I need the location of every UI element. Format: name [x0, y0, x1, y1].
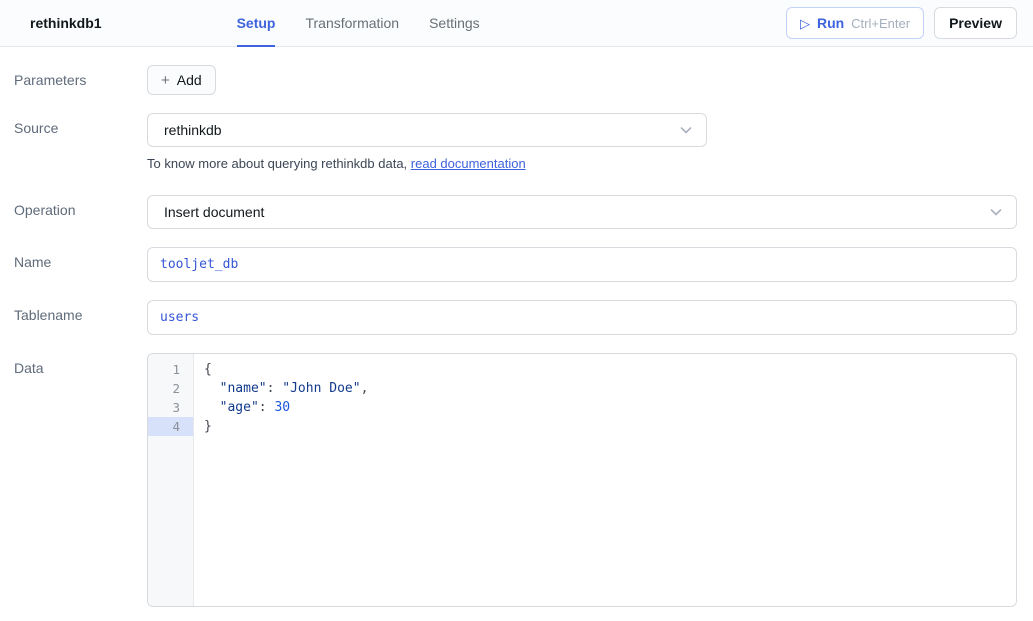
- line-number: 2: [148, 379, 193, 398]
- source-select[interactable]: rethinkdb: [147, 113, 707, 147]
- tablename-row: Tablename: [0, 300, 1017, 335]
- add-parameter-label: Add: [177, 72, 202, 88]
- tab-transformation[interactable]: Transformation: [305, 0, 399, 47]
- run-label: Run: [817, 15, 844, 31]
- code-token-punct: ,: [361, 381, 369, 396]
- parameters-row: Parameters + Add: [0, 65, 1017, 95]
- preview-button[interactable]: Preview: [934, 7, 1017, 39]
- code-line[interactable]: }: [204, 417, 1006, 436]
- code-token-punct: :: [267, 381, 283, 396]
- code-token-key: "age": [204, 400, 259, 415]
- data-code-editor[interactable]: 1234 { "name": "John Doe", "age": 30}: [147, 353, 1017, 607]
- source-select-value: rethinkdb: [164, 122, 678, 138]
- helper-prefix: To know more about querying rethinkdb da…: [147, 156, 411, 171]
- operation-select-value: Insert document: [164, 204, 988, 220]
- chevron-down-icon: [678, 122, 694, 138]
- tablename-label: Tablename: [0, 300, 147, 335]
- code-token-brace: }: [204, 419, 212, 434]
- code-token-number: 30: [274, 400, 290, 415]
- parameters-label: Parameters: [0, 65, 147, 95]
- run-shortcut: Ctrl+Enter: [851, 16, 910, 31]
- source-label: Source: [0, 113, 147, 171]
- code-token-brace: {: [204, 362, 212, 377]
- data-row: Data 1234 { "name": "John Doe", "age": 3…: [0, 353, 1017, 607]
- operation-row: Operation Insert document: [0, 195, 1017, 229]
- name-row: Name: [0, 247, 1017, 282]
- code-lines[interactable]: { "name": "John Doe", "age": 30}: [194, 354, 1016, 606]
- add-parameter-button[interactable]: + Add: [147, 65, 216, 95]
- code-line[interactable]: "age": 30: [204, 398, 1006, 417]
- query-editor-header: rethinkdb1 Setup Transformation Settings…: [0, 0, 1033, 47]
- plus-icon: +: [161, 73, 170, 88]
- run-button[interactable]: ▷ Run Ctrl+Enter: [786, 7, 924, 39]
- code-token-string: "John Doe": [282, 381, 360, 396]
- code-gutter: 1234: [148, 354, 194, 606]
- line-number: 3: [148, 398, 193, 417]
- name-label: Name: [0, 247, 147, 282]
- tab-settings[interactable]: Settings: [429, 0, 480, 47]
- header-actions: ▷ Run Ctrl+Enter Preview: [786, 7, 1017, 39]
- tablename-input[interactable]: [147, 300, 1017, 335]
- operation-label: Operation: [0, 195, 147, 229]
- read-documentation-link[interactable]: read documentation: [411, 156, 526, 171]
- tab-setup[interactable]: Setup: [237, 0, 276, 47]
- line-number: 4: [148, 417, 193, 436]
- chevron-down-icon: [988, 204, 1004, 220]
- code-line[interactable]: "name": "John Doe",: [204, 379, 1006, 398]
- source-row: Source rethinkdb To know more about quer…: [0, 113, 1017, 171]
- code-token-punct: :: [259, 400, 275, 415]
- code-line[interactable]: {: [204, 360, 1006, 379]
- play-icon: ▷: [800, 17, 810, 30]
- query-setup-panel: Parameters + Add Source rethinkdb To kno…: [0, 47, 1033, 607]
- query-title: rethinkdb1: [30, 15, 102, 31]
- line-number: 1: [148, 360, 193, 379]
- name-input[interactable]: [147, 247, 1017, 282]
- source-helper-text: To know more about querying rethinkdb da…: [147, 156, 1017, 171]
- data-label: Data: [0, 353, 147, 607]
- operation-select[interactable]: Insert document: [147, 195, 1017, 229]
- tab-bar: Setup Transformation Settings: [237, 0, 480, 47]
- code-token-key: "name": [204, 381, 267, 396]
